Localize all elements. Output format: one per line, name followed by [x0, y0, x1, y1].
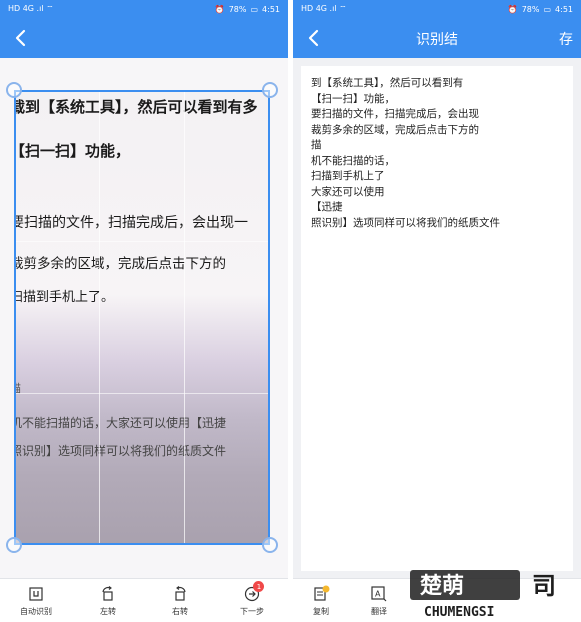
- result-text-line: 大家还可以使用: [311, 185, 385, 198]
- result-text-line: 【扫一扫】功能，: [311, 92, 395, 105]
- battery-level: 78%: [228, 4, 247, 14]
- next-step-label: 下一步: [240, 606, 264, 616]
- chevron-left-icon: [15, 29, 26, 47]
- clock: 4:51: [262, 4, 280, 14]
- rotate-right-icon: [171, 585, 189, 603]
- crop-handle-top-left[interactable]: [6, 82, 22, 98]
- rotate-left-label: 左转: [100, 606, 116, 616]
- next-step-button[interactable]: 1 下一步: [216, 579, 288, 622]
- crop-toolbar: 自动识别 左转 右转 1 下一步: [0, 578, 288, 622]
- svg-text:A: A: [375, 590, 381, 599]
- result-text-line: 裁剪多余的区域，完成后点击下方的: [311, 123, 479, 136]
- rotate-left-icon: [99, 585, 117, 603]
- result-text-line: 照识别】选项同样可以将我们的纸质文件: [311, 216, 500, 229]
- rotate-right-label: 右转: [172, 606, 188, 616]
- status-bar: HD 4G .ıl ⌔ ⏰ 78% ▭ 4:51: [0, 0, 288, 18]
- signal-indicator: HD 4G .ıl ⌔: [301, 4, 347, 13]
- rotate-right-button[interactable]: 右转: [144, 579, 216, 622]
- rotate-left-button[interactable]: 左转: [72, 579, 144, 622]
- battery-level: 78%: [521, 4, 540, 14]
- result-screen: HD 4G .ıl ⌔ ⏰ 78% ▭ 4:51 识别结 存 到【系统工具】，然…: [293, 0, 581, 622]
- translate-label: 翻译: [371, 607, 387, 616]
- auto-detect-icon: [27, 585, 45, 603]
- svg-text:楚萌: 楚萌: [420, 574, 464, 599]
- alarm-icon: ⏰: [507, 4, 518, 14]
- crop-frame[interactable]: [14, 90, 270, 545]
- save-button[interactable]: 存: [559, 29, 573, 49]
- signal-indicator: HD 4G .ıl ⌔: [8, 4, 54, 13]
- auto-detect-button[interactable]: 自动识别: [0, 579, 72, 622]
- translate-button[interactable]: A 翻译: [359, 579, 399, 622]
- result-text-line: 机不能扫描的话，: [311, 154, 395, 167]
- result-text-line: 【迅捷: [311, 201, 343, 213]
- status-bar: HD 4G .ıl ⌔ ⏰ 78% ▭ 4:51: [293, 0, 581, 18]
- recognized-text-area[interactable]: 到【系统工具】，然后可以看到有 【扫一扫】功能， 要扫描的文件，扫描完成后，会出…: [301, 66, 573, 571]
- alarm-icon: ⏰: [214, 4, 225, 14]
- crop-handle-bottom-left[interactable]: [6, 537, 22, 553]
- nav-bar: 识别结 存: [293, 18, 581, 58]
- svg-text:司: 司: [532, 572, 556, 600]
- page-title: 识别结: [416, 32, 458, 48]
- result-text-line: 到【系统工具】，然后可以看到有: [311, 77, 464, 89]
- notification-badge: 1: [253, 581, 265, 592]
- battery-icon: ▭: [250, 4, 259, 14]
- copy-label: 复制: [313, 607, 329, 616]
- auto-detect-label: 自动识别: [20, 606, 52, 616]
- nav-bar: [0, 18, 288, 58]
- back-button[interactable]: [10, 27, 32, 49]
- screenshot-root: HD 4G .ıl ⌔ ⏰ 78% ▭ 4:51 载到【系统工具】，然后可以看到…: [0, 0, 581, 622]
- result-text-line: 描: [311, 139, 322, 151]
- copy-icon: [312, 585, 330, 603]
- crop-screen: HD 4G .ıl ⌔ ⏰ 78% ▭ 4:51 载到【系统工具】，然后可以看到…: [0, 0, 288, 622]
- crop-handle-top-right[interactable]: [262, 82, 278, 98]
- watermark-text: CHUMENGSI: [424, 605, 494, 620]
- battery-icon: ▭: [543, 4, 552, 14]
- result-text-line: 扫描到手机上了: [311, 170, 385, 182]
- watermark-logo: 楚萌 司 CHUMENGSI: [404, 566, 572, 622]
- result-text-line: 要扫描的文件，扫描完成后，会出现: [311, 108, 479, 120]
- crop-handle-bottom-right[interactable]: [262, 537, 278, 553]
- translate-icon: A: [370, 585, 388, 603]
- copy-button[interactable]: 复制: [301, 579, 341, 622]
- clock: 4:51: [555, 4, 573, 14]
